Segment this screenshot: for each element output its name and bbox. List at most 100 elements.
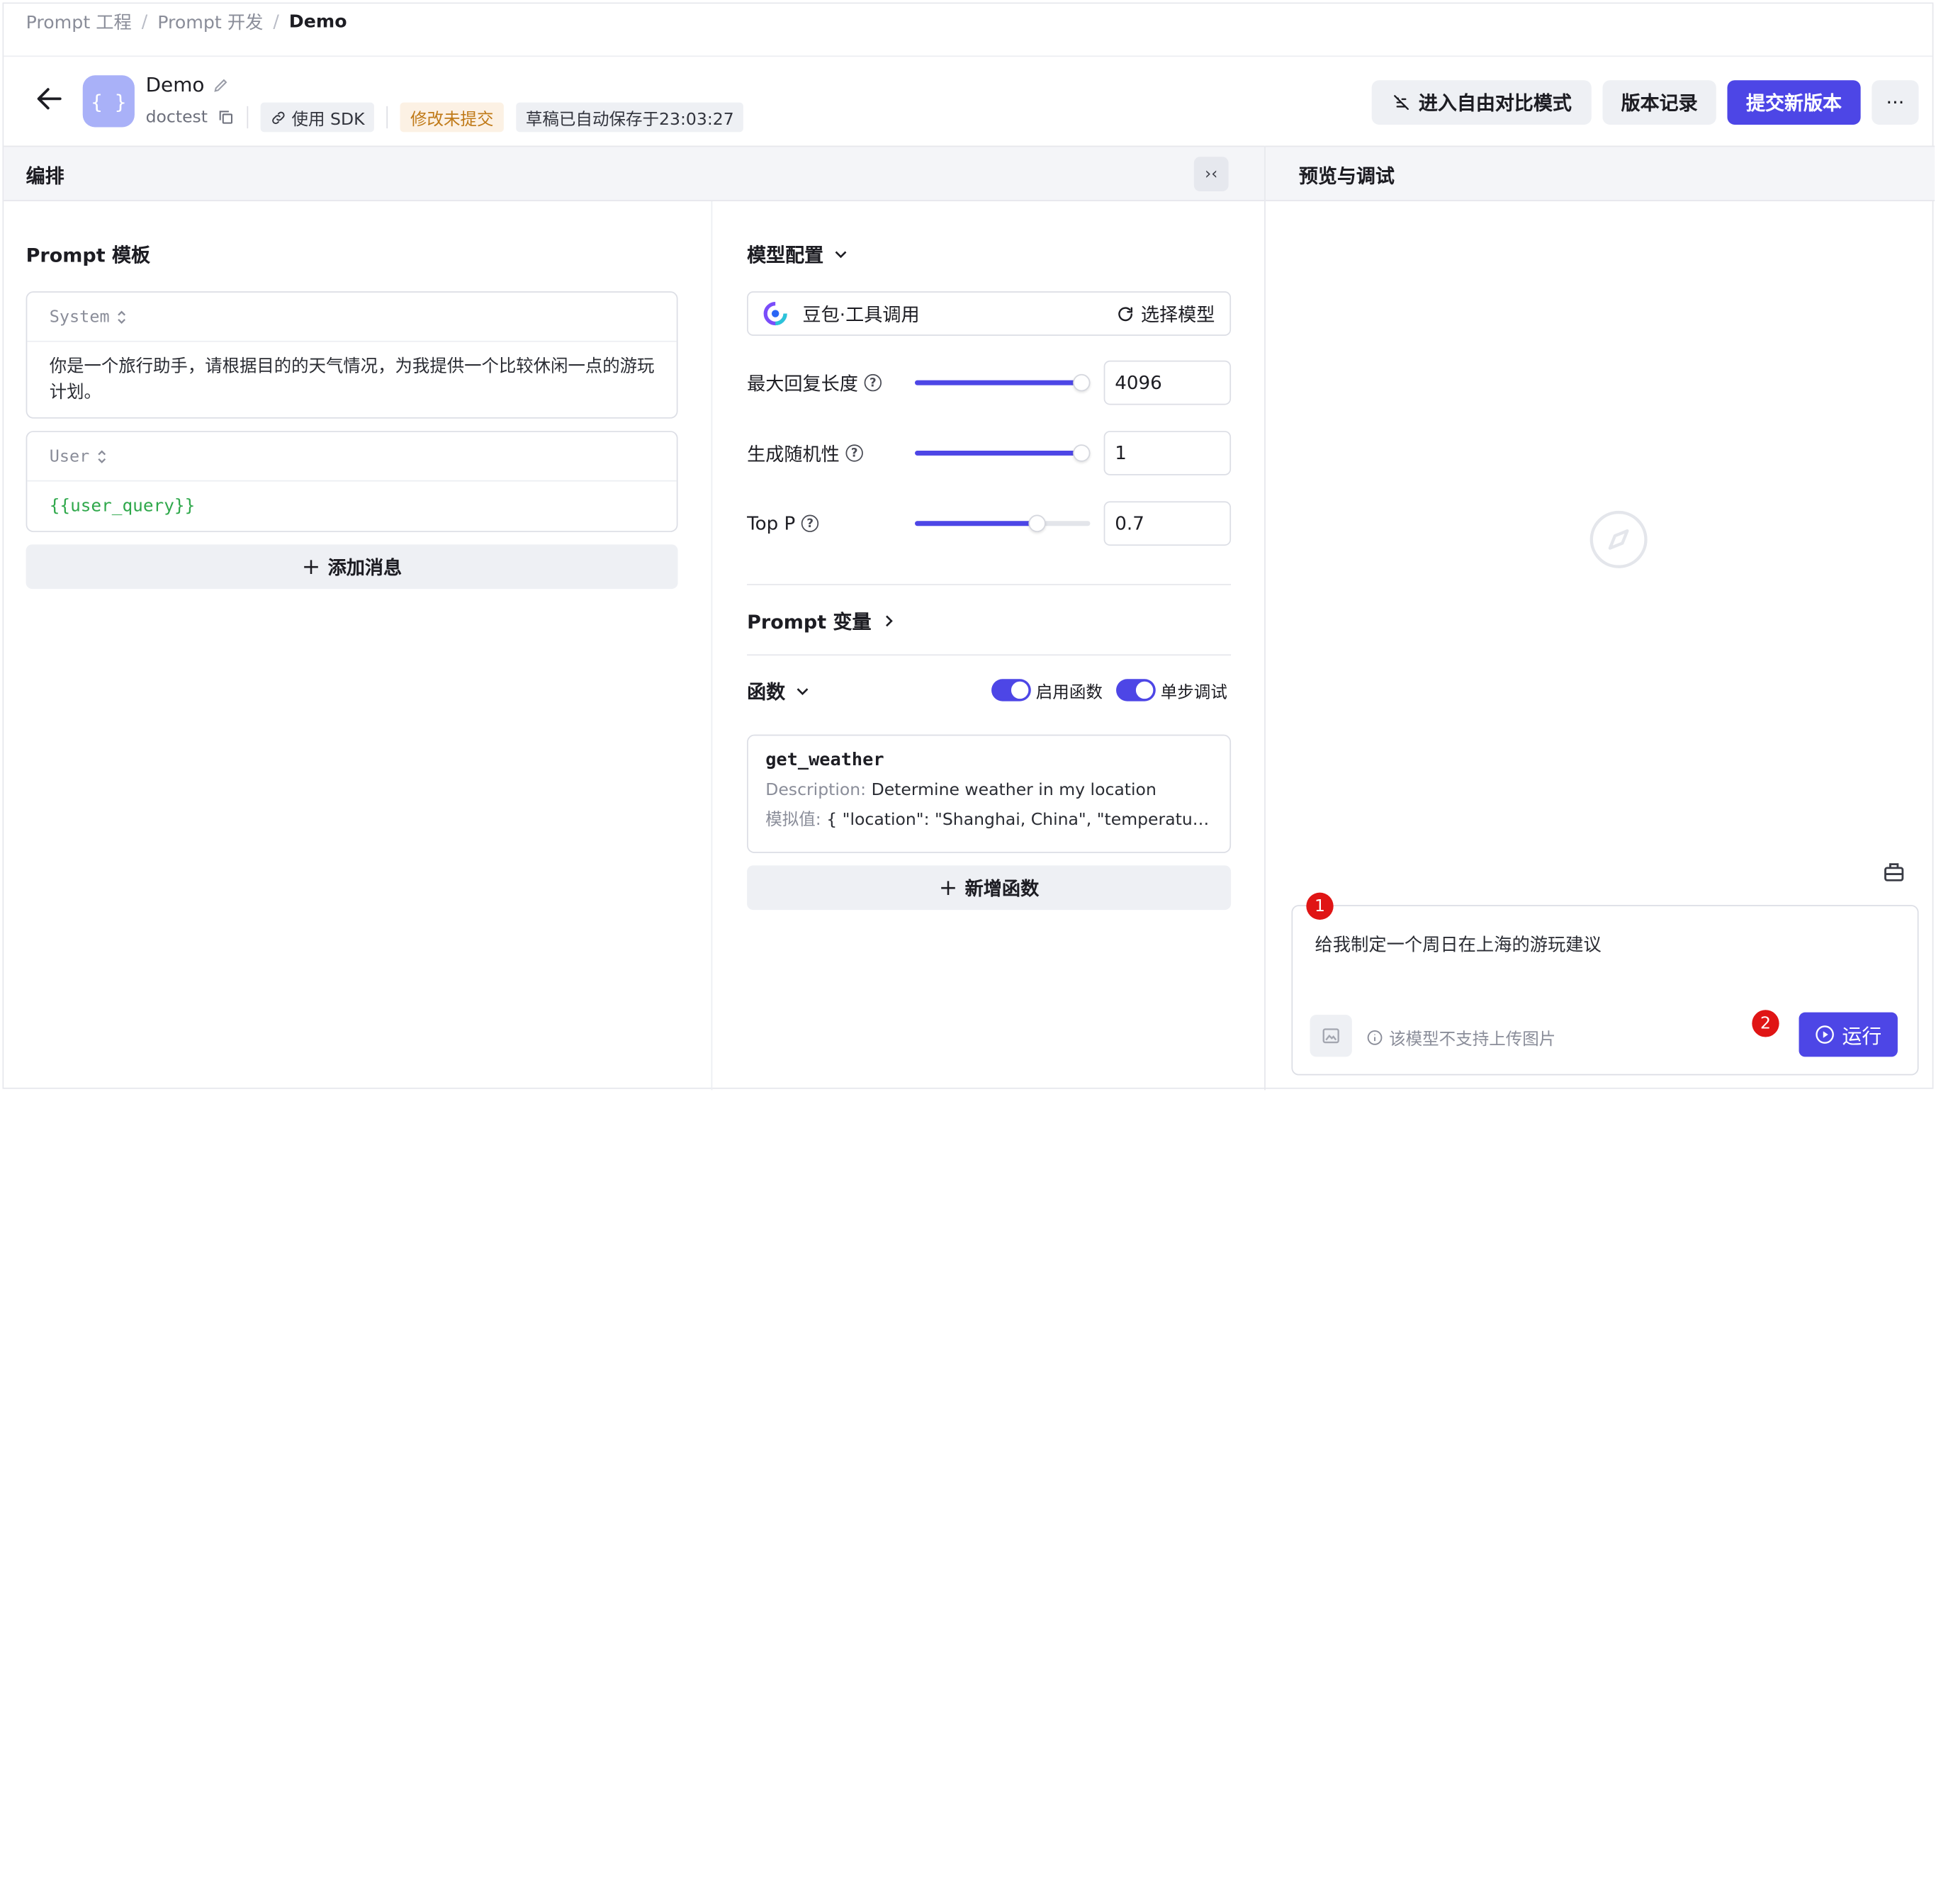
help-icon[interactable]: ? xyxy=(864,373,882,392)
chevron-up-down-icon xyxy=(97,449,106,463)
functions-title: 函数 xyxy=(747,681,786,704)
column-divider xyxy=(711,201,713,1091)
prompt-title: Demo xyxy=(145,72,205,96)
preview-section-bar: 预览与调试 xyxy=(1265,145,1935,201)
temperature-input[interactable] xyxy=(1103,431,1232,475)
add-function-button[interactable]: + 新增函数 xyxy=(747,865,1232,911)
enable-functions-toggle[interactable] xyxy=(991,679,1031,702)
slider-thumb[interactable] xyxy=(1073,444,1091,462)
help-icon[interactable]: ? xyxy=(801,514,819,532)
breadcrumb-item-prompt-dev[interactable]: Prompt 开发 xyxy=(157,9,263,35)
role-select-user[interactable]: User xyxy=(27,432,677,482)
toolbox-icon[interactable] xyxy=(1881,860,1906,884)
param-label-text: Top P xyxy=(747,512,796,535)
more-options-button[interactable]: ··· xyxy=(1872,80,1919,125)
breadcrumb: Prompt 工程 / Prompt 开发 / Demo xyxy=(26,9,347,35)
back-arrow-icon[interactable] xyxy=(33,83,65,115)
slider-thumb[interactable] xyxy=(1073,373,1091,392)
functions-header[interactable]: 函数 xyxy=(747,678,810,705)
temperature-slider[interactable] xyxy=(915,444,1091,462)
slider-thumb[interactable] xyxy=(1029,514,1047,532)
plus-icon: + xyxy=(301,553,321,580)
enable-functions-label: 启用函数 xyxy=(1035,682,1103,703)
max-tokens-input[interactable] xyxy=(1103,360,1232,405)
chevron-down-icon xyxy=(797,688,809,696)
toggle-knob xyxy=(1011,681,1029,699)
image-unsupported-note: 该模型不支持上传图片 xyxy=(1367,1025,1556,1049)
draft-saved-status: 草稿已自动保存于23:03:27 xyxy=(515,102,744,133)
compare-off-icon xyxy=(1394,95,1409,111)
user-message-card[interactable]: User {{user_query}} xyxy=(26,431,678,532)
section-divider xyxy=(747,654,1232,656)
editor-section-bar: 编排 ›‹ xyxy=(4,145,1265,201)
param-label: Top P ? xyxy=(747,512,915,534)
editor-title: 编排 xyxy=(26,165,64,188)
function-mock-value: 模拟值: { "location": "Shanghai, China", "t… xyxy=(765,805,1212,830)
model-config-header[interactable]: 模型配置 xyxy=(747,241,848,268)
chevron-right-icon xyxy=(885,615,893,627)
chevron-up-down-icon xyxy=(117,310,125,324)
function-description-key: Description: xyxy=(765,780,867,801)
prompt-vars-title: Prompt 变量 xyxy=(747,611,872,633)
free-compare-label: 进入自由对比模式 xyxy=(1418,92,1572,116)
param-label-text: 最大回复长度 xyxy=(747,372,858,395)
copy-icon[interactable] xyxy=(218,108,235,125)
refresh-icon xyxy=(1118,306,1132,321)
add-function-label: 新增函数 xyxy=(964,877,1040,900)
prompt-vars-header[interactable]: Prompt 变量 xyxy=(747,607,896,634)
function-card-get-weather[interactable]: get_weather Description: Determine weath… xyxy=(747,734,1232,853)
prompt-logo: { } xyxy=(82,75,135,128)
function-description: Description: Determine weather in my loc… xyxy=(765,780,1212,800)
breadcrumb-current: Demo xyxy=(288,11,347,32)
step-debug-label: 单步调试 xyxy=(1160,682,1227,703)
edit-pencil-icon[interactable] xyxy=(212,76,229,93)
chat-input-text[interactable]: 给我制定一个周日在上海的游玩建议 xyxy=(1315,931,1602,957)
meta-divider xyxy=(247,106,249,129)
function-name: get_weather xyxy=(765,750,884,771)
run-label: 运行 xyxy=(1842,1025,1882,1049)
function-mock-key: 模拟值: xyxy=(765,809,821,830)
max-tokens-slider[interactable] xyxy=(915,373,1091,392)
top-p-input[interactable] xyxy=(1103,501,1232,546)
collapse-panel-button[interactable]: ›‹ xyxy=(1193,157,1229,192)
system-message-content[interactable]: 你是一个旅行助手，请根据目的的天气情况，为我提供一个比较休闲一点的游玩计划。 xyxy=(27,342,676,419)
role-select-system[interactable]: System xyxy=(27,293,677,342)
top-p-slider[interactable] xyxy=(915,514,1091,532)
upload-image-button[interactable] xyxy=(1310,1015,1352,1057)
help-icon[interactable]: ? xyxy=(845,444,863,462)
preview-title: 预览与调试 xyxy=(1298,165,1395,188)
status-badge: 修改未提交 xyxy=(400,102,504,133)
submit-version-button[interactable]: 提交新版本 xyxy=(1727,80,1861,125)
section-divider xyxy=(747,584,1232,585)
slider-fill xyxy=(915,521,1038,526)
image-unsupported-text: 该模型不支持上传图片 xyxy=(1389,1030,1556,1049)
breadcrumb-separator: / xyxy=(273,11,279,32)
add-message-button[interactable]: + 添加消息 xyxy=(26,544,678,590)
toggle-knob xyxy=(1135,681,1154,699)
model-name: 豆包·工具调用 xyxy=(802,303,920,326)
user-message-content[interactable]: {{user_query}} xyxy=(27,481,676,531)
free-compare-button[interactable]: 进入自由对比模式 xyxy=(1371,80,1592,125)
param-label: 最大回复长度 ? xyxy=(747,370,915,396)
run-button[interactable]: 运行 xyxy=(1799,1012,1898,1057)
use-sdk-button[interactable]: 使用 SDK xyxy=(260,102,375,133)
prompt-meta-row: doctest 使用 SDK 修改未提交 草稿已自动保存于23:03:27 xyxy=(146,102,744,133)
chevron-down-icon xyxy=(835,251,847,259)
select-model-action[interactable]: 选择模型 xyxy=(1116,300,1215,327)
param-label-text: 生成随机性 xyxy=(747,442,840,465)
prompt-template-title: Prompt 模板 xyxy=(26,244,151,267)
app-frame: Prompt 工程 / Prompt 开发 / Demo { } Demo do… xyxy=(2,2,1935,1091)
doubao-logo-icon xyxy=(763,301,787,326)
version-history-button[interactable]: 版本记录 xyxy=(1602,80,1716,125)
meta-divider xyxy=(386,106,388,129)
prompt-title-row: Demo xyxy=(146,73,230,96)
chat-input-box[interactable]: 给我制定一个周日在上海的游玩建议 该模型不支持上传图片 运行 xyxy=(1291,905,1919,1076)
model-select[interactable]: 豆包·工具调用 选择模型 xyxy=(747,291,1232,336)
slider-fill xyxy=(915,380,1088,385)
breadcrumb-item-prompt-engineering[interactable]: Prompt 工程 xyxy=(26,9,132,35)
step-debug-toggle[interactable] xyxy=(1116,679,1156,702)
header-divider xyxy=(4,55,1932,57)
system-message-card[interactable]: System 你是一个旅行助手，请根据目的的天气情况，为我提供一个比较休闲一点的… xyxy=(26,291,678,419)
breadcrumb-separator: / xyxy=(141,11,148,32)
function-mock-text: { "location": "Shanghai, China", "temper… xyxy=(826,809,1212,830)
